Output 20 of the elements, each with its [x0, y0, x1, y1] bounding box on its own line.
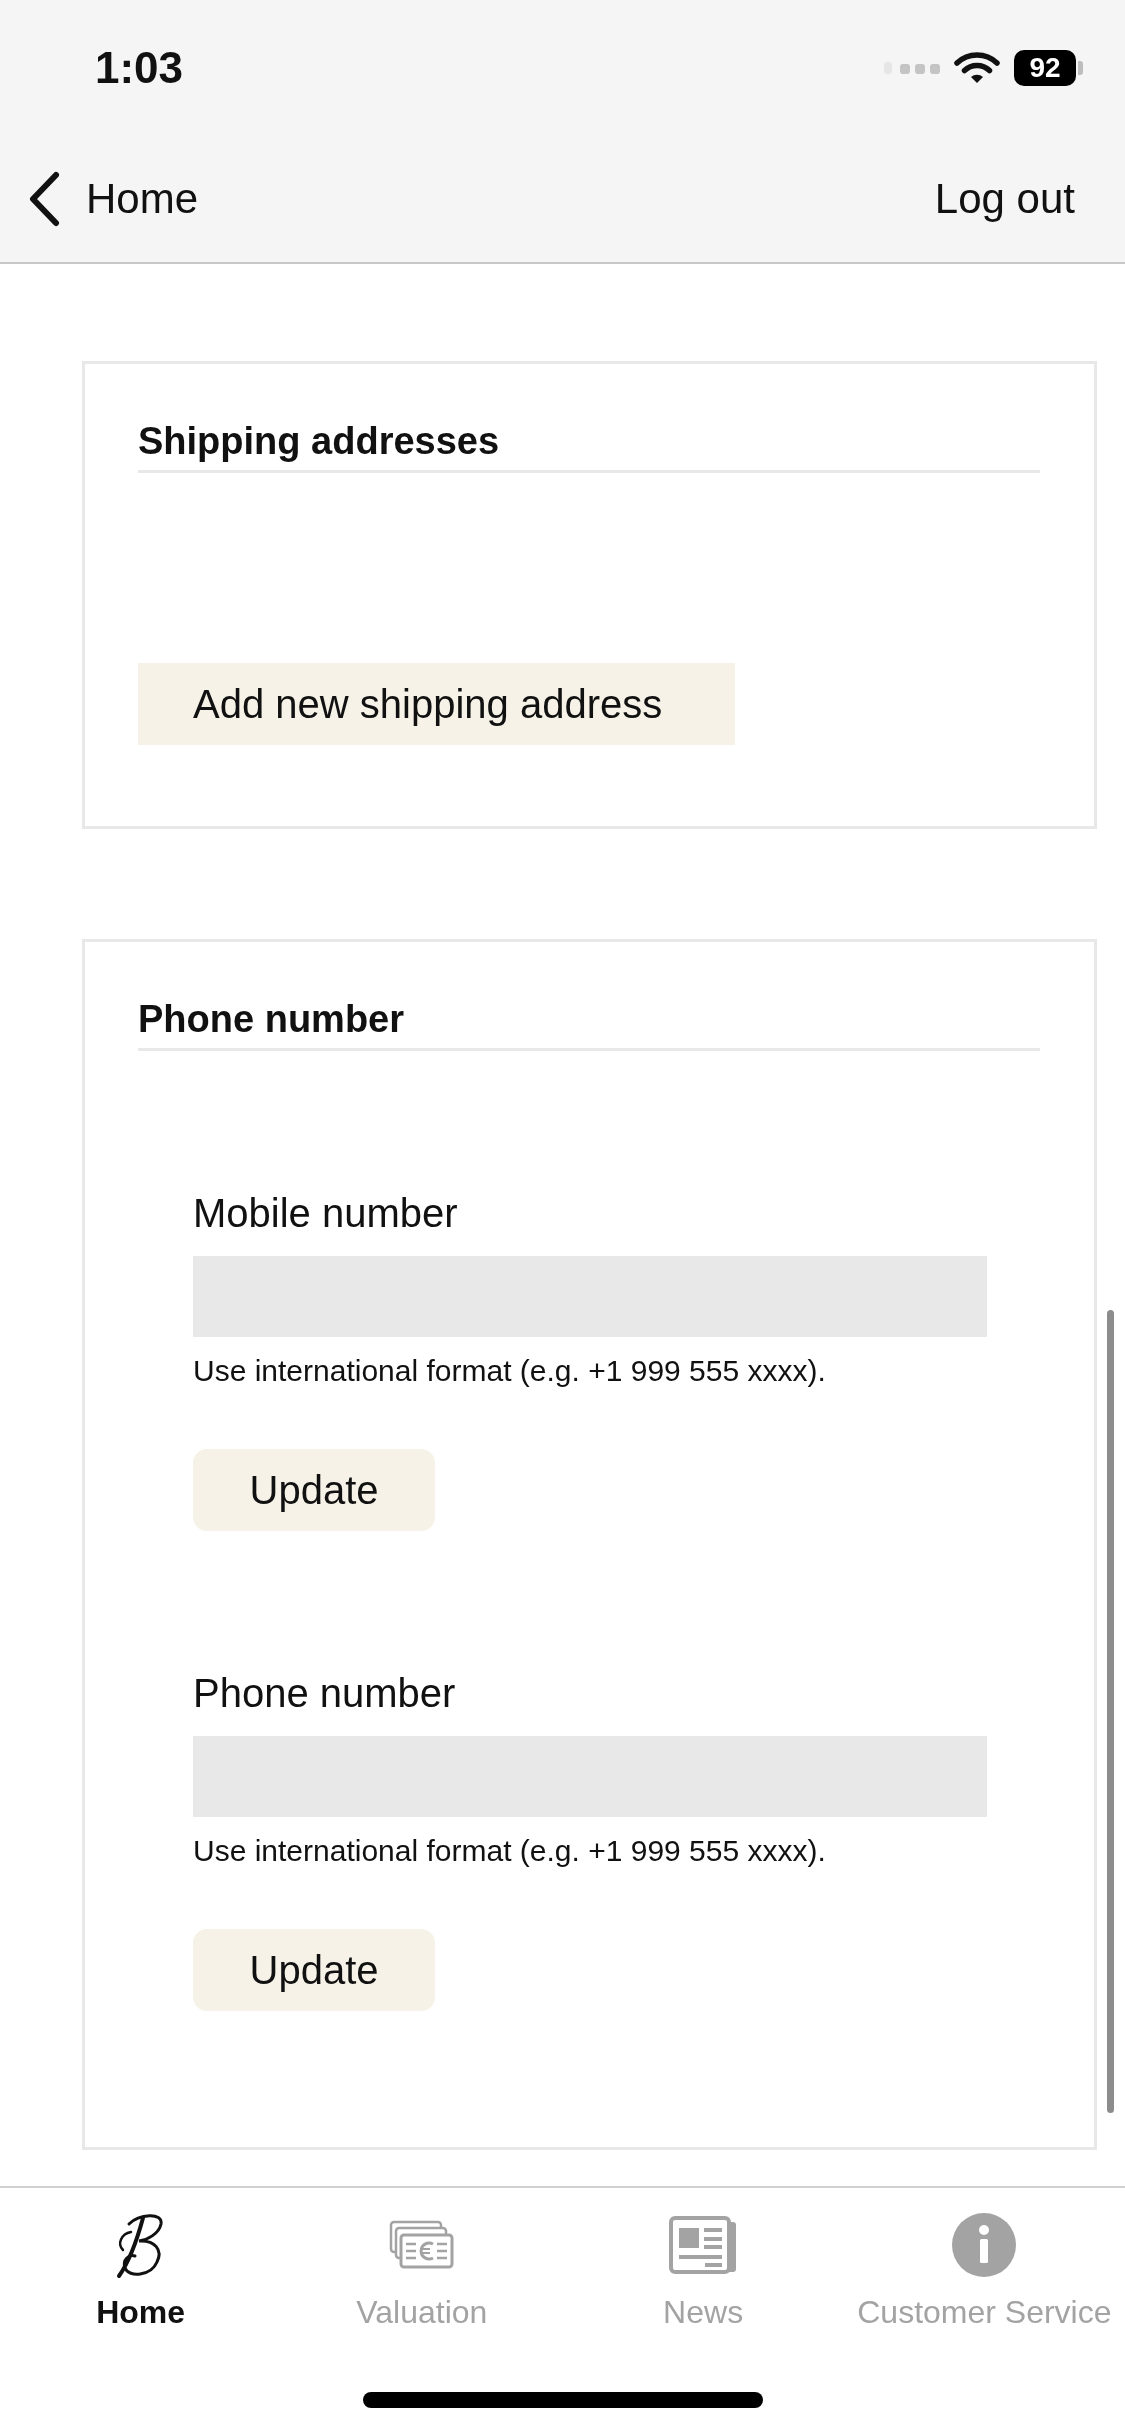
banknotes-icon — [388, 2220, 455, 2270]
update-button[interactable]: Update — [193, 1929, 435, 2011]
info-icon — [952, 2213, 1017, 2277]
log-out-button[interactable]: Log out — [934, 167, 1075, 230]
signal-icon — [884, 61, 940, 74]
status-time: 1:03 — [95, 45, 184, 90]
format-hint: Use international format (e.g. +1 999 555 xxxx). — [193, 1353, 826, 1389]
section-title: Phone number — [138, 997, 405, 1042]
back-chevron-icon — [28, 170, 60, 227]
tab[interactable]: Home — [0, 2188, 282, 2332]
field-label: Mobile number — [193, 1190, 458, 1237]
wifi-icon — [954, 50, 1000, 85]
section-title: Shipping addresses — [138, 419, 500, 464]
add-shipping-address-button[interactable]: Add new shipping address — [138, 663, 735, 745]
update-button[interactable]: Update — [193, 1449, 435, 1531]
field-label: Phone number — [193, 1670, 456, 1717]
back-button[interactable]: Home — [28, 167, 199, 230]
newspaper-icon — [669, 2216, 738, 2274]
battery-indicator: 92 — [1014, 49, 1083, 86]
format-hint: Use international format (e.g. +1 999 555 xxxx). — [193, 1833, 826, 1869]
